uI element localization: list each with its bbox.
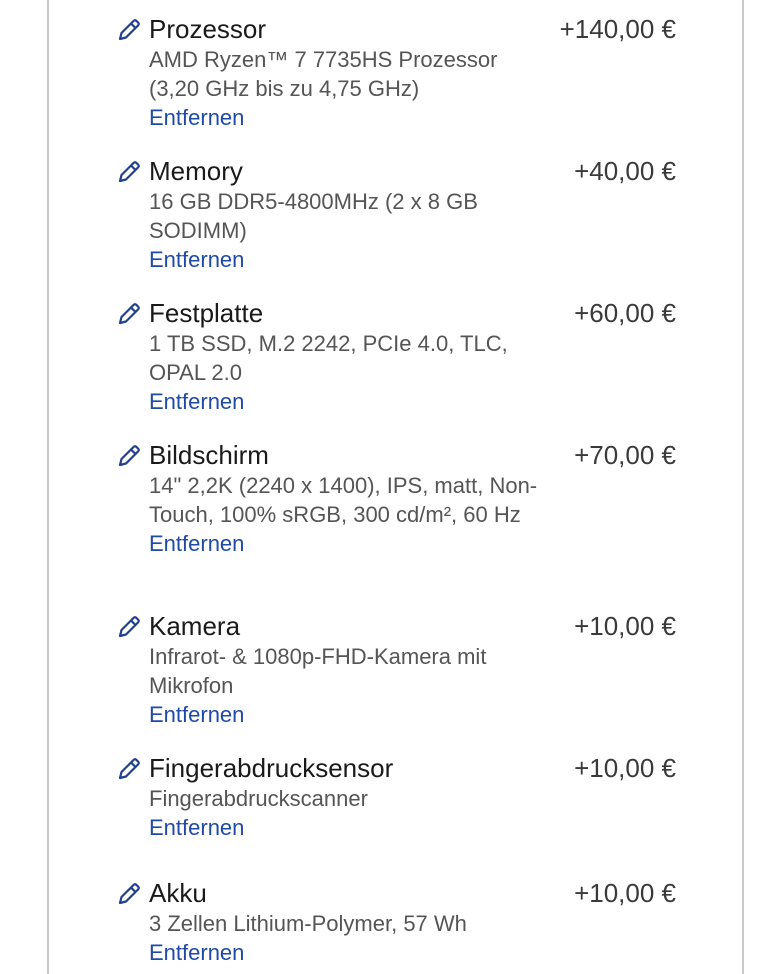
pencil-icon[interactable] bbox=[116, 443, 142, 469]
item-price: +10,00 € bbox=[574, 753, 676, 783]
item-price: +140,00 € bbox=[559, 14, 676, 44]
config-item-fingerabdrucksensor: Fingerabdrucksensor +10,00 € Fingerabdru… bbox=[116, 752, 681, 842]
remove-link[interactable]: Entfernen bbox=[149, 529, 244, 558]
pencil-icon[interactable] bbox=[116, 159, 142, 185]
config-item-prozessor: Prozessor +140,00 € AMD Ryzen™ 7 7735HS … bbox=[116, 13, 681, 132]
remove-link[interactable]: Entfernen bbox=[149, 813, 244, 842]
pencil-icon[interactable] bbox=[116, 881, 142, 907]
item-description: 1 TB SSD, M.2 2242, PCIe 4.0, TLC, OPAL … bbox=[149, 331, 508, 385]
pencil-icon[interactable] bbox=[116, 301, 142, 327]
item-price: +40,00 € bbox=[574, 156, 676, 186]
item-description: Fingerabdruckscanner bbox=[149, 786, 368, 811]
item-title: Fingerabdrucksensor bbox=[149, 753, 394, 783]
config-item-festplatte: Festplatte +60,00 € 1 TB SSD, M.2 2242, … bbox=[116, 297, 681, 416]
remove-link[interactable]: Entfernen bbox=[149, 938, 244, 967]
item-title: Kamera bbox=[149, 611, 241, 641]
item-description: 16 GB DDR5-4800MHz (2 x 8 GB SODIMM) bbox=[149, 189, 478, 243]
pencil-icon[interactable] bbox=[116, 756, 142, 782]
item-description: Infrarot- & 1080p-FHD-Kamera mit Mikrofo… bbox=[149, 644, 487, 698]
item-title: Prozessor bbox=[149, 14, 267, 44]
item-price: +10,00 € bbox=[574, 878, 676, 908]
remove-link[interactable]: Entfernen bbox=[149, 103, 244, 132]
config-item-akku: Akku +10,00 € 3 Zellen Lithium-Polymer, … bbox=[116, 877, 681, 967]
item-title: Memory bbox=[149, 156, 243, 186]
panel-border-left bbox=[47, 0, 49, 974]
config-item-bildschirm: Bildschirm +70,00 € 14" 2,2K (2240 x 140… bbox=[116, 439, 681, 558]
item-description: AMD Ryzen™ 7 7735HS Prozessor (3,20 GHz … bbox=[149, 47, 498, 101]
pencil-icon[interactable] bbox=[116, 17, 142, 43]
item-price: +60,00 € bbox=[574, 298, 676, 328]
item-title: Akku bbox=[149, 878, 207, 908]
panel-border-right bbox=[742, 0, 744, 974]
remove-link[interactable]: Entfernen bbox=[149, 245, 244, 274]
remove-link[interactable]: Entfernen bbox=[149, 387, 244, 416]
config-item-kamera: Kamera +10,00 € Infrarot- & 1080p-FHD-Ka… bbox=[116, 610, 681, 729]
item-title: Festplatte bbox=[149, 298, 264, 328]
item-price: +10,00 € bbox=[574, 611, 676, 641]
item-description: 3 Zellen Lithium-Polymer, 57 Wh bbox=[149, 911, 467, 936]
config-item-memory: Memory +40,00 € 16 GB DDR5-4800MHz (2 x … bbox=[116, 155, 681, 274]
item-title: Bildschirm bbox=[149, 440, 269, 470]
item-description: 14" 2,2K (2240 x 1400), IPS, matt, Non-T… bbox=[149, 473, 538, 527]
pencil-icon[interactable] bbox=[116, 614, 142, 640]
item-price: +70,00 € bbox=[574, 440, 676, 470]
remove-link[interactable]: Entfernen bbox=[149, 700, 244, 729]
